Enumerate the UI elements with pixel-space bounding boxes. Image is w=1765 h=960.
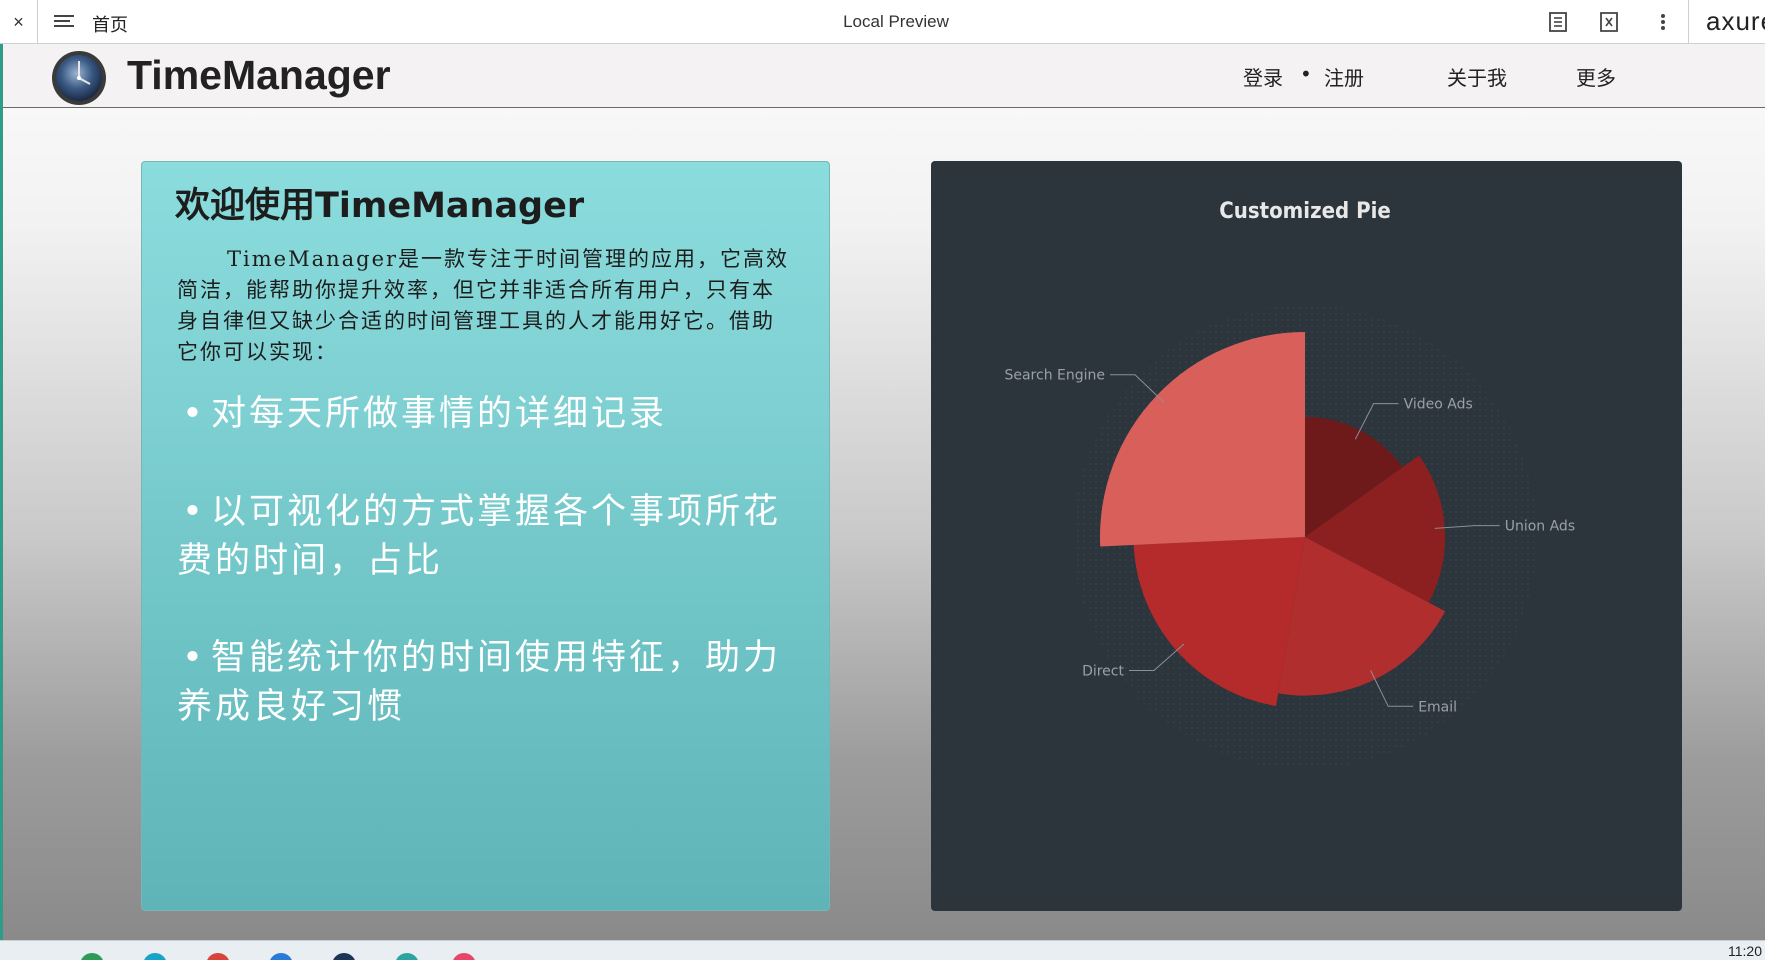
axure-logo: axure [1706, 6, 1765, 36]
pie-label: Union Ads [1505, 519, 1575, 535]
site-header: TimeManager 登录 • 注册 关于我 更多 [3, 44, 1765, 108]
chart-title: Customized Pie [1219, 199, 1391, 224]
bullet: • [182, 638, 206, 678]
more-link[interactable]: 更多 [1576, 62, 1616, 91]
toolbar-divider [1688, 0, 1689, 44]
bullet: • [182, 394, 206, 434]
app-name[interactable]: TimeManager [127, 52, 391, 99]
browser-icon[interactable] [143, 953, 167, 960]
welcome-title: 欢迎使用TimeManager [175, 186, 585, 226]
os-taskbar: 11:20 [0, 940, 1765, 960]
adaptive-view-icon[interactable] [1597, 10, 1621, 34]
pie-label: Direct [1082, 663, 1124, 679]
pie-label: Video Ads [1404, 397, 1473, 413]
window-title: Local Preview [843, 12, 949, 31]
pie-slice-search-engine[interactable] [1100, 332, 1305, 547]
about-link[interactable]: 关于我 [1447, 62, 1507, 91]
axure-task-icon[interactable] [395, 953, 419, 960]
close-button[interactable]: × [0, 0, 38, 44]
more-options-icon[interactable] [1651, 10, 1675, 34]
current-page-name[interactable]: 首页 [92, 11, 128, 37]
timemanager-logo-icon [52, 51, 106, 105]
preview-toolbar: × 首页 Local Preview axure [0, 0, 1765, 44]
pie-label: Search Engine [1004, 368, 1105, 384]
register-link[interactable]: 注册 [1324, 62, 1364, 91]
nav-separator: • [1300, 62, 1312, 86]
chrome-icon[interactable] [206, 953, 230, 960]
hamburger-menu-icon[interactable] [54, 12, 76, 32]
welcome-intro: TimeManager是一款专注于时间管理的应用，它高效简洁，能帮助你提升效率，… [177, 247, 790, 364]
app-icon[interactable] [80, 953, 104, 960]
feature-text: 对每天所做事情的详细记录 [211, 394, 668, 434]
feature-item: • 以可视化的方式掌握各个事项所花费的时间，占比 [177, 488, 797, 586]
photoshop-icon[interactable] [332, 953, 356, 960]
page-left-edge [0, 44, 3, 940]
welcome-card: 欢迎使用TimeManager TimeManager是一款专注于时间管理的应用… [141, 161, 830, 911]
notes-icon[interactable] [1546, 10, 1570, 34]
feature-item: • 对每天所做事情的详细记录 [177, 390, 797, 439]
feature-item: • 智能统计你的时间使用特征，助力养成良好习惯 [177, 634, 797, 732]
vscode-icon[interactable] [269, 953, 293, 960]
music-icon[interactable] [452, 953, 476, 960]
bullet: • [182, 492, 206, 532]
feature-text: 以可视化的方式掌握各个事项所花费的时间，占比 [177, 492, 782, 581]
chart-card: Customized Pie Video Ads Union Ads Email Di… [931, 161, 1682, 911]
clock: 11:20 [1728, 943, 1762, 959]
feature-text: 智能统计你的时间使用特征，助力养成良好习惯 [177, 638, 782, 727]
pie-chart: Customized Pie Video Ads Union Ads Email Di… [1004, 199, 1575, 769]
pie-label: Email [1418, 699, 1457, 715]
login-link[interactable]: 登录 [1243, 62, 1283, 91]
